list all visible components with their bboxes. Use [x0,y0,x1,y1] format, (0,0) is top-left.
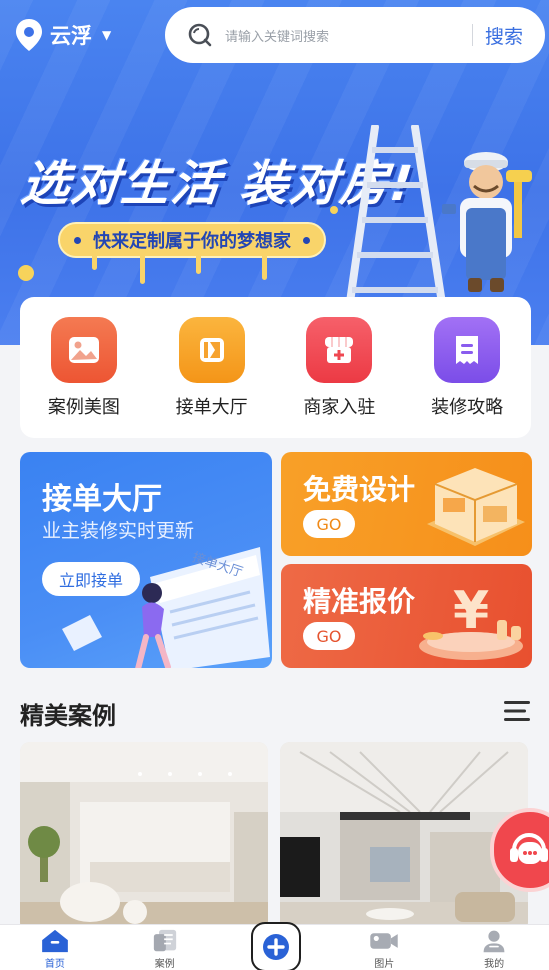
decor-dot [18,265,34,281]
receipt-icon [434,317,501,383]
home-icon [42,929,68,953]
category-label: 案例美图 [47,397,120,418]
svg-text:¥: ¥ [453,581,489,641]
category-renovation-guide[interactable]: 装修攻略 [407,317,527,438]
category-label: 商家入驻 [303,397,376,418]
tab-label: 案例 [154,959,175,970]
paint-drip [262,256,267,280]
add-post-button[interactable] [251,922,301,970]
category-case-images[interactable]: 案例美图 [24,317,144,438]
search-button[interactable]: 搜索 [473,22,545,49]
tab-mine[interactable]: 我的 [439,925,549,970]
promo-title: 精准报价 [303,585,416,618]
free-design-promo[interactable]: 免费设计 GO [281,452,532,556]
city-selector[interactable]: 云浮 ▼ [14,18,111,52]
category-card: 案例美图 接单大厅 商家入驻 装修攻略 [20,297,531,438]
search-icon [188,23,212,47]
store-icon [306,317,373,383]
worker-illustration [442,152,532,292]
precise-quote-go-button[interactable]: GO [303,622,355,650]
precise-quote-promo[interactable]: 精准报价 GO ¥ [281,564,532,668]
category-label: 装修攻略 [431,397,504,418]
tab-cases[interactable]: 案例 [110,925,220,970]
image-icon [50,317,117,383]
search-bar[interactable]: 请输入关键词搜索 搜索 [165,7,545,63]
free-design-go-button[interactable]: GO [303,510,355,538]
decor-dot [330,206,338,214]
location-pin-icon [16,19,42,51]
tab-label: 首页 [44,959,65,970]
tab-label: 我的 [484,959,505,970]
search-input[interactable]: 请输入关键词搜索 [225,26,472,45]
bookmark-flag-icon [178,317,245,383]
case-image [20,742,268,932]
order-paper-illustration [62,547,270,668]
section-title: 精美案例 [20,702,116,730]
tab-home[interactable]: 首页 [0,925,110,970]
paint-drip [92,256,97,270]
yuan-coins-illustration: ¥ [419,581,523,660]
category-label: 接单大厅 [175,397,248,418]
user-icon [483,930,505,953]
case-card[interactable] [20,742,268,932]
cases-icon [153,929,176,952]
house-model-illustration [427,468,525,546]
order-hall-promo[interactable]: 接单大厅 业主装修实时更新 立即接单 接单大厅 [20,452,272,668]
tab-pictures[interactable]: 图片 [329,925,439,970]
paint-drip [140,256,145,284]
paint-drip [196,256,201,274]
chevron-down-icon: ▼ [102,28,112,42]
menu-icon[interactable] [504,700,530,722]
headset-chat-icon [510,833,548,864]
hero-banner[interactable]: 云浮 ▼ 请输入关键词搜索 搜索 选对生活 装对房! 快来定制属于你的梦想家 [0,0,549,345]
tab-label: 图片 [374,959,395,970]
category-merchant-join[interactable]: 商家入驻 [279,317,399,438]
promo-title: 免费设计 [303,473,416,506]
promo-title: 接单大厅 [42,482,162,517]
city-name: 云浮 [50,24,92,48]
add-icon [263,934,289,960]
video-camera-icon [370,933,398,949]
banner-pill: 快来定制属于你的梦想家 [58,222,326,258]
category-order-hall[interactable]: 接单大厅 [152,317,272,438]
